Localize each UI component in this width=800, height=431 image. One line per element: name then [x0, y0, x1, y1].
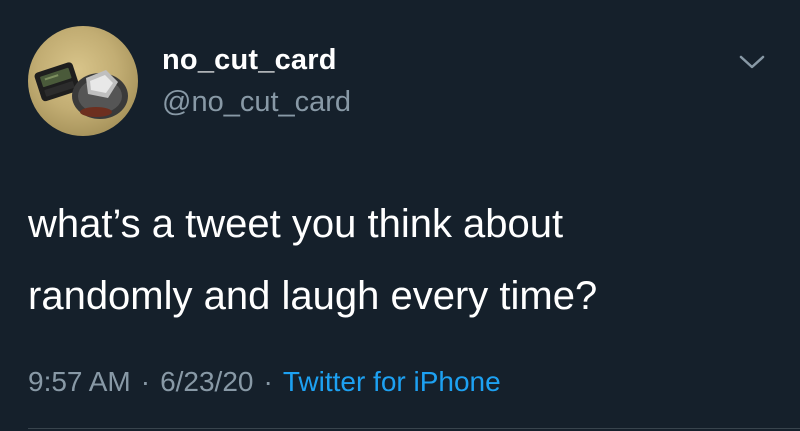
meta-separator: ·	[263, 366, 273, 397]
tweet-text: what’s a tweet you think about randomly …	[28, 188, 778, 332]
chevron-down-icon[interactable]	[736, 50, 768, 74]
tweet-text-line: randomly and laugh every time?	[28, 274, 598, 318]
avatar[interactable]	[28, 26, 138, 136]
author-display-name[interactable]: no_cut_card	[162, 44, 337, 77]
tweet-meta: 9:57 AM · 6/23/20 · Twitter for iPhone	[28, 366, 501, 398]
divider	[28, 428, 800, 429]
tweet-text-line: what’s a tweet you think about	[28, 202, 564, 246]
author-handle[interactable]: @no_cut_card	[162, 86, 351, 119]
tweet-card: no_cut_card @no_cut_card what’s a tweet …	[0, 0, 800, 431]
meta-separator: ·	[140, 366, 151, 397]
tweet-date[interactable]: 6/23/20	[160, 366, 253, 397]
tweet-source-link[interactable]: Twitter for iPhone	[283, 366, 501, 397]
tweet-time[interactable]: 9:57 AM	[28, 366, 131, 397]
avatar-image	[34, 62, 128, 119]
